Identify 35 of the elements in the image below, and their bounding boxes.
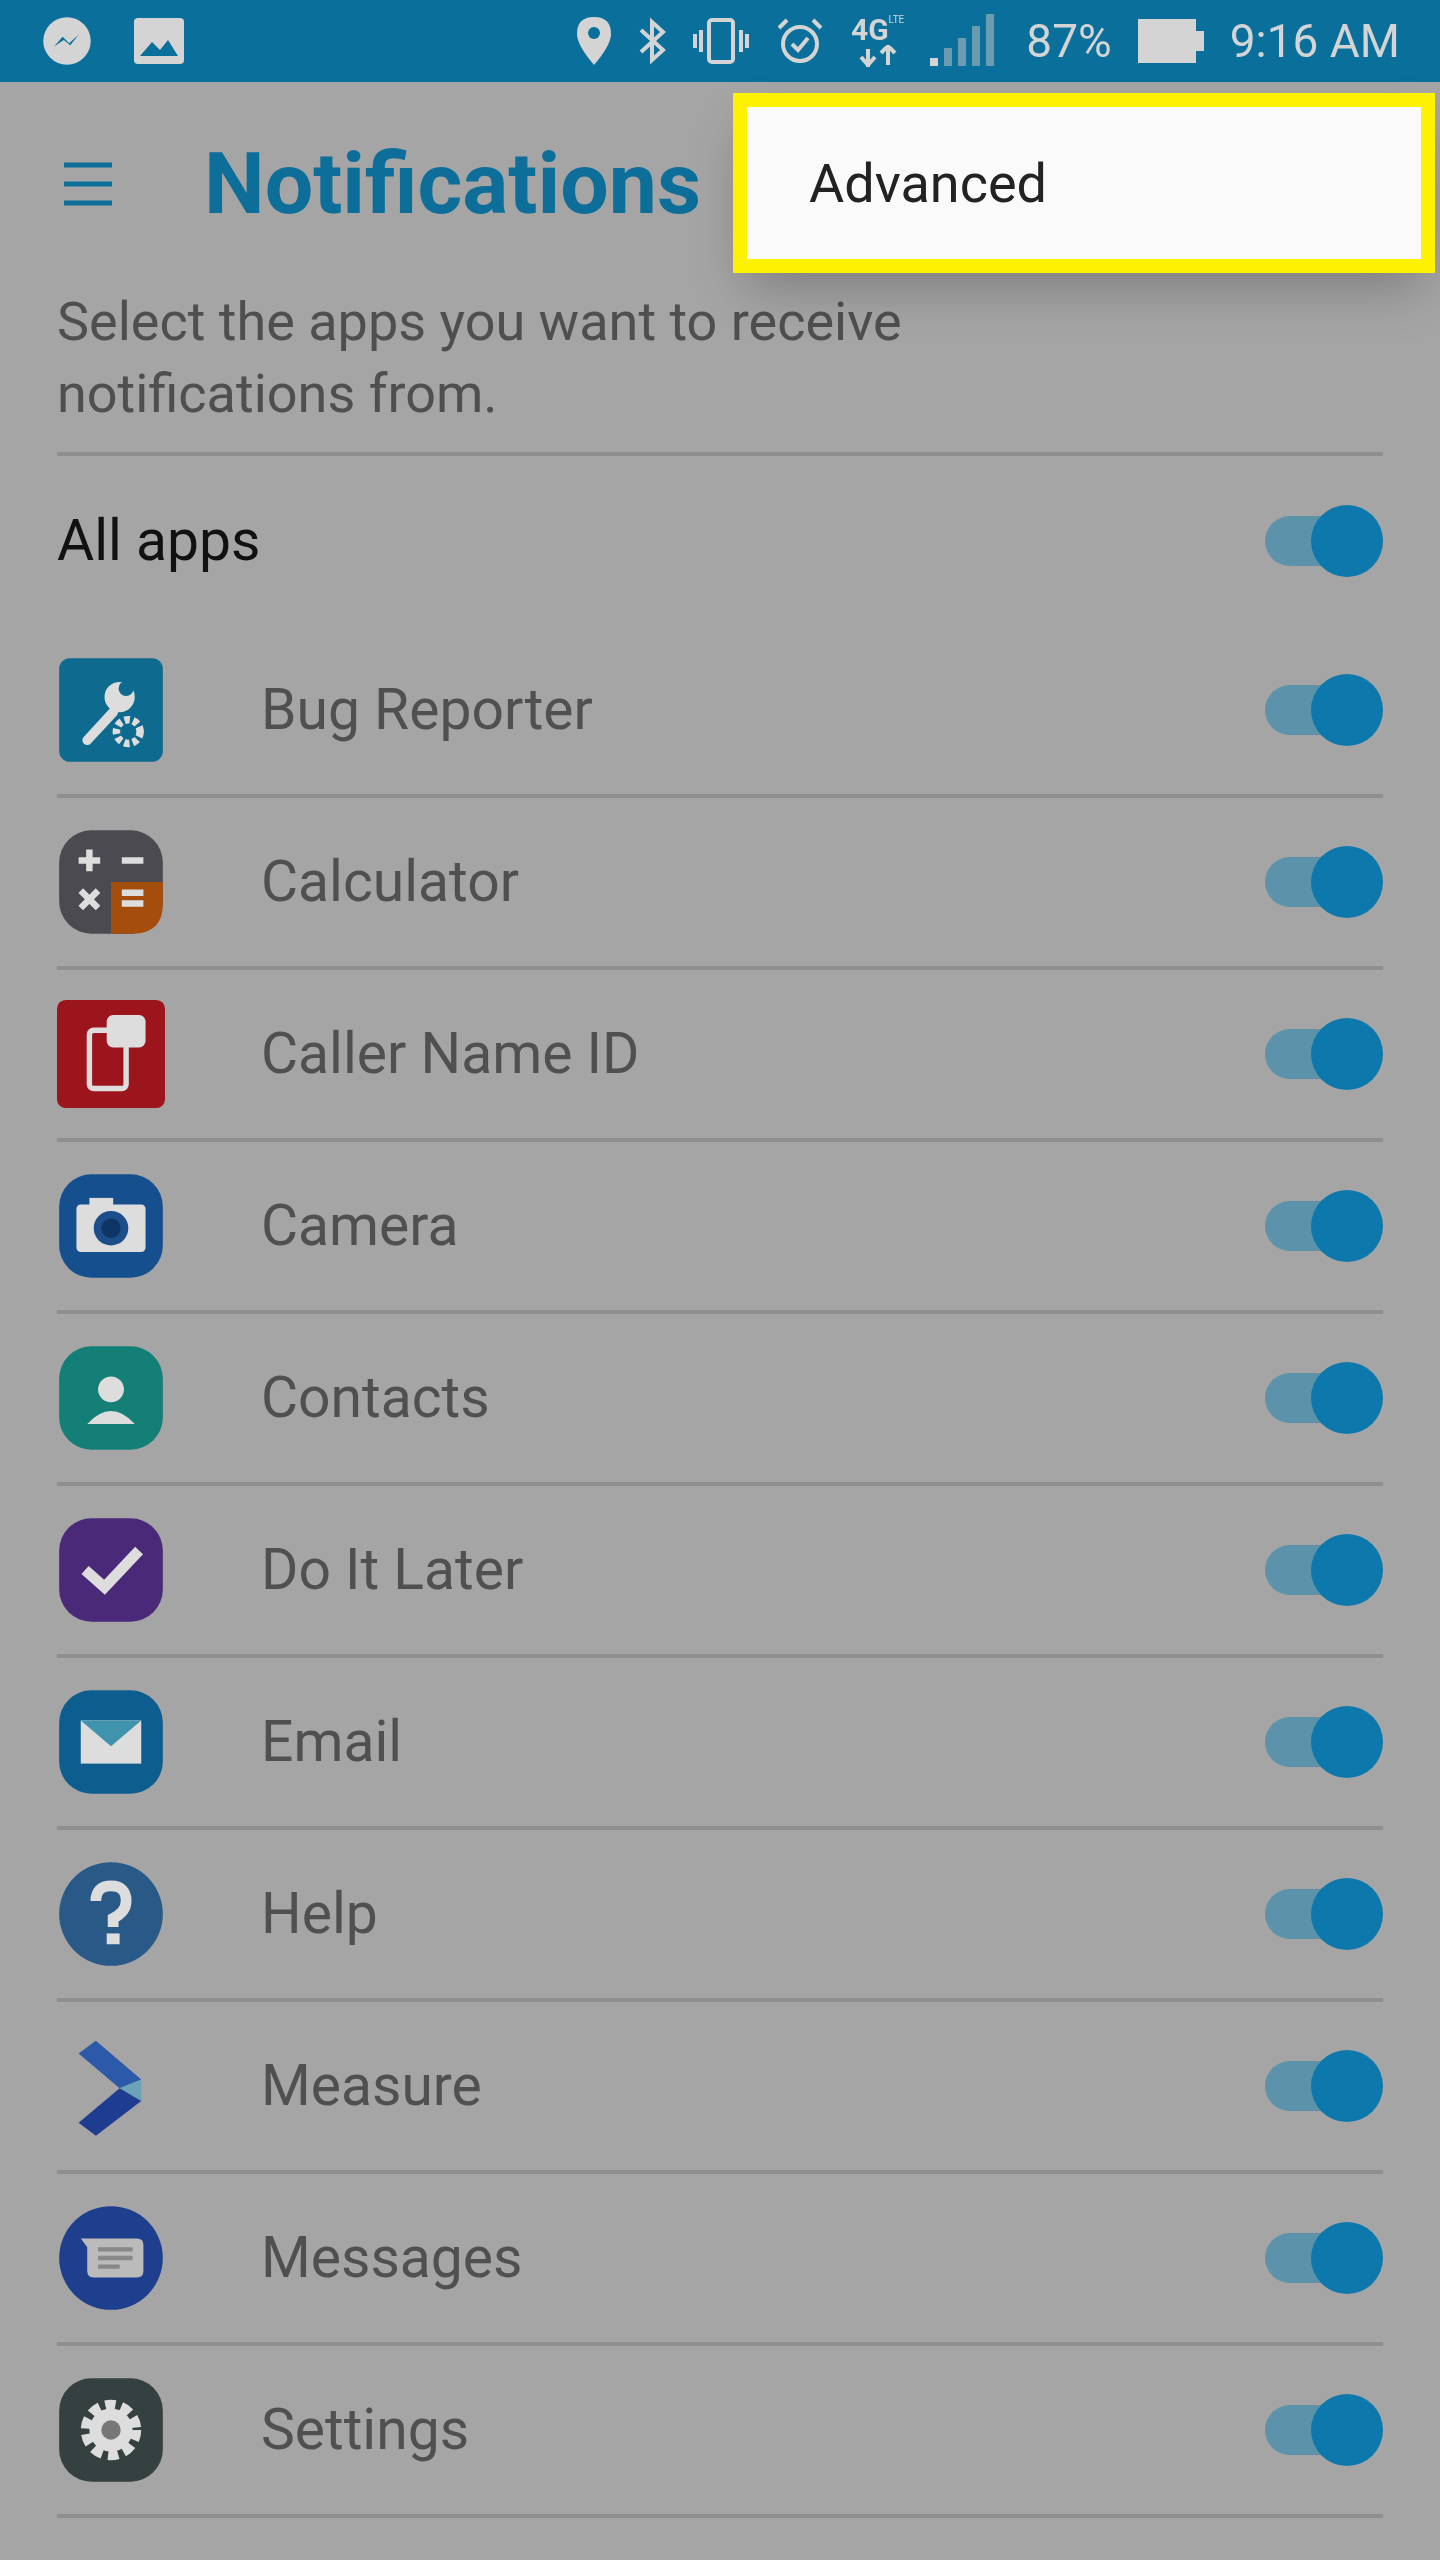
checkmark-icon — [57, 1516, 165, 1624]
app-name: Measure — [261, 2051, 483, 2122]
battery-percent: 87% — [1026, 18, 1112, 64]
app-name: Settings — [261, 2395, 471, 2466]
chat-bubble-icon — [57, 2204, 165, 2312]
image-icon — [134, 18, 184, 64]
all-apps-label: All apps — [57, 506, 261, 577]
location-pin-icon — [576, 17, 611, 65]
question-mark-icon — [57, 1860, 165, 1968]
messenger-icon — [40, 14, 94, 68]
menu-item[interactable]: Advanced — [809, 142, 1047, 224]
phone-id-icon — [57, 1000, 165, 1108]
page-title: Notifications — [204, 141, 702, 227]
network-type: 4G — [850, 15, 889, 45]
wrench-gear-icon — [57, 656, 165, 764]
clock-time: 9:16 AM — [1229, 18, 1400, 64]
calculator-icon — [57, 828, 165, 936]
camera-icon — [57, 1172, 165, 1280]
battery-icon — [1137, 19, 1204, 63]
app-name: Messages — [261, 2223, 524, 2294]
app-name: Contacts — [261, 1363, 491, 1434]
contact-icon — [57, 1344, 165, 1452]
app-name: Email — [261, 1707, 404, 1778]
app-name: Camera — [261, 1191, 460, 1262]
app-name: Bug Reporter — [261, 675, 594, 746]
vibrate-icon — [692, 16, 749, 66]
network-sub: LTE — [888, 15, 905, 25]
gear-icon — [57, 2376, 165, 2484]
description-text: Select the apps you want to receive notifications from. — [57, 289, 903, 427]
app-name: Calculator — [261, 847, 520, 918]
app-name: Caller Name ID — [261, 1019, 641, 1090]
data-arrows-icon — [857, 45, 898, 67]
envelope-icon — [57, 1688, 165, 1796]
app-name: Help — [261, 1879, 379, 1950]
app-name: Do It Later — [261, 1535, 525, 1606]
